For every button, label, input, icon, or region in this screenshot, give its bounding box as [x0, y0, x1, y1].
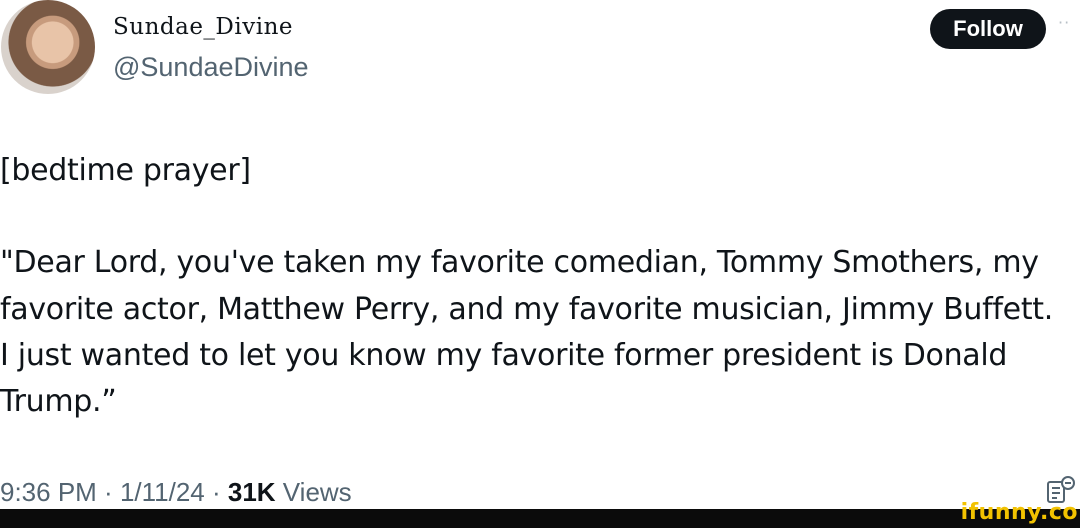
follow-button[interactable]: Follow	[930, 9, 1046, 49]
views-label: Views	[275, 477, 352, 507]
tweet-text-line: I just wanted to let you know my favorit…	[0, 338, 1008, 373]
tweet-time[interactable]: 9:36 PM	[0, 477, 97, 507]
tweet-text-line: Trump.”	[0, 384, 117, 419]
meta-separator: ·	[204, 477, 228, 507]
tweet-text-line: [bedtime prayer]	[0, 153, 251, 188]
tweet-date[interactable]: 1/11/24	[120, 477, 205, 507]
meta-separator: ·	[96, 477, 120, 507]
ifunny-watermark: ifunny.co	[960, 500, 1078, 525]
tweet-text-line: favorite actor, Matthew Perry, and my fa…	[0, 292, 1053, 327]
bottom-bar	[0, 509, 1080, 528]
user-handle[interactable]: @SundaeDivine	[113, 52, 309, 83]
display-name[interactable]: Sundae_Divine	[113, 14, 293, 40]
views-count: 31K	[227, 477, 276, 507]
tweet-meta: 9:36 PM · 1/11/24 · 31K Views	[0, 477, 352, 508]
tweet-text-line: "Dear Lord, you've taken my favorite com…	[0, 245, 1039, 280]
more-dots-icon[interactable]: ··	[1058, 15, 1080, 31]
avatar[interactable]	[1, 0, 95, 94]
